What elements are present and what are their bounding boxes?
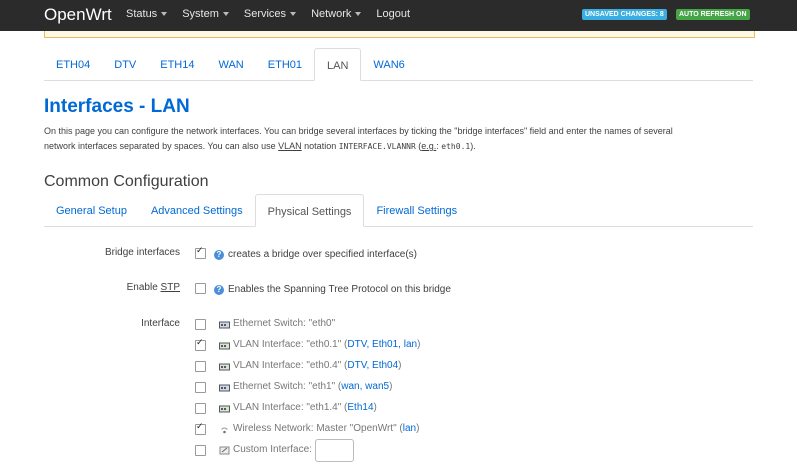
section-title: Common Configuration [44, 173, 209, 190]
iface-eth0-4-checkbox[interactable] [195, 361, 206, 372]
nav-logout[interactable]: Logout [376, 8, 410, 20]
nav-network-label: Network [311, 8, 352, 20]
chevron-down-icon [355, 12, 362, 17]
tab-eth14[interactable]: ETH14 [148, 48, 206, 80]
iface-suffix: ) [373, 402, 377, 413]
bridge-help-text: creates a bridge over specified interfac… [228, 249, 417, 260]
vlan-icon [219, 405, 230, 413]
chevron-down-icon [161, 12, 168, 17]
chevron-down-icon [222, 12, 229, 17]
desc-text: ). [470, 141, 476, 151]
nav-system[interactable]: System [182, 8, 229, 20]
interface-label: Interface [141, 318, 180, 329]
main-nav: Status System Services Network Logout [126, 8, 425, 20]
iface-wireless-label: Wireless Network: Master "OpenWrt" (lan) [233, 423, 419, 434]
iface-eth1-4-checkbox[interactable] [195, 403, 206, 414]
nav-status-label: Status [126, 8, 158, 20]
alert-banner [44, 31, 755, 38]
custom-interface-input[interactable] [315, 439, 354, 462]
network-links[interactable]: Eth14 [347, 402, 373, 413]
iface-eth0-4-label: VLAN Interface: "eth0.4" (DTV, Eth04) [233, 360, 402, 371]
iface-text: VLAN Interface: "eth1.4" ( [233, 402, 348, 413]
config-tabs: General Setup Advanced Settings Physical… [44, 194, 753, 227]
iface-text: Ethernet Switch: "eth1" ( [233, 381, 342, 392]
tab-wan6[interactable]: WAN6 [361, 48, 416, 80]
nav-services-label: Services [243, 8, 287, 20]
bridge-interfaces-checkbox[interactable] [195, 246, 206, 259]
iface-text: VLAN Interface: "eth0.1" ( [233, 339, 348, 350]
iface-text: VLAN Interface: "eth0.4" ( [233, 360, 348, 371]
network-links[interactable]: DTV, Eth04 [347, 360, 398, 371]
custom-icon [219, 446, 230, 455]
network-links[interactable]: lan [403, 423, 416, 434]
brand-logo[interactable]: OpenWrt [44, 5, 112, 25]
top-navbar: OpenWrt Status System Services Network L… [0, 0, 797, 31]
iface-eth0-1-checkbox[interactable] [195, 338, 206, 351]
tab-eth01[interactable]: ETH01 [256, 48, 314, 80]
tab-general-setup[interactable]: General Setup [44, 194, 139, 226]
iface-custom-checkbox[interactable] [195, 445, 206, 456]
network-links[interactable]: wan, wan5 [341, 381, 389, 392]
iface-eth1-checkbox[interactable] [195, 382, 206, 393]
page-title: Interfaces - LAN [44, 96, 190, 117]
vlan-abbr: VLAN [278, 141, 302, 151]
tab-eth04[interactable]: ETH04 [44, 48, 102, 80]
tab-firewall-settings[interactable]: Firewall Settings [364, 194, 469, 226]
chevron-down-icon [290, 12, 297, 17]
enable-stp-label-text: Enable [126, 282, 161, 293]
description-line-1: On this page you can configure the netwo… [44, 126, 673, 136]
eg-abbr: e.g. [421, 141, 437, 151]
vlan-icon [219, 363, 230, 371]
tab-dtv[interactable]: DTV [102, 48, 148, 80]
stp-abbr: STP [160, 282, 180, 293]
iface-text: Wireless Network: Master "OpenWrt" ( [233, 423, 403, 434]
nav-system-label: System [182, 8, 219, 20]
enable-stp-label: Enable STP [127, 282, 180, 293]
iface-suffix: ) [417, 339, 421, 350]
tab-advanced-settings[interactable]: Advanced Settings [139, 194, 255, 226]
desc-text: network interfaces separated by spaces. … [44, 141, 279, 151]
nav-logout-label: Logout [376, 8, 411, 20]
iface-eth1-4-label: VLAN Interface: "eth1.4" (Eth14) [233, 402, 377, 413]
switch-icon [219, 384, 230, 392]
tab-lan[interactable]: LAN [314, 48, 362, 81]
auto-refresh-badge[interactable]: AUTO REFRESH ON [676, 9, 750, 20]
interface-tabs: ETH04 DTV ETH14 WAN ETH01 LAN WAN6 [44, 48, 753, 81]
nav-services[interactable]: Services [243, 8, 297, 20]
iface-eth0-1-label: VLAN Interface: "eth0.1" (DTV, Eth01, la… [233, 339, 420, 350]
nav-status[interactable]: Status [126, 8, 168, 20]
bridge-interfaces-label: Bridge interfaces [104, 247, 180, 258]
iface-eth0-checkbox[interactable] [195, 319, 206, 330]
iface-suffix: ) [398, 360, 402, 371]
unsaved-changes-badge[interactable]: UNSAVED CHANGES: 8 [582, 9, 667, 20]
iface-eth1-label: Ethernet Switch: "eth1" (wan, wan5) [233, 381, 392, 392]
network-links[interactable]: DTV, Eth01, lan [347, 339, 417, 350]
iface-suffix: ) [416, 423, 420, 434]
page-description: On this page you can configure the netwo… [44, 124, 744, 154]
stp-help-text: Enables the Spanning Tree Protocol on th… [228, 284, 451, 295]
iface-custom-label: Custom Interface: [233, 444, 312, 455]
iface-suffix: ) [389, 381, 393, 392]
iface-wireless-checkbox[interactable] [195, 422, 206, 435]
description-line-2: network interfaces separated by spaces. … [44, 139, 744, 154]
wireless-icon [221, 427, 228, 434]
desc-code: eth0.1 [441, 142, 471, 151]
enable-stp-checkbox[interactable] [195, 283, 206, 294]
nav-network[interactable]: Network [311, 8, 362, 20]
vlan-icon [219, 342, 230, 350]
iface-eth0-label: Ethernet Switch: "eth0" [233, 318, 336, 329]
switch-icon [219, 321, 230, 329]
tab-wan[interactable]: WAN [207, 48, 256, 80]
help-icon: ? [214, 250, 224, 260]
desc-code: INTERFACE.VLANNR [338, 142, 416, 151]
desc-text: notation [301, 141, 339, 151]
tab-physical-settings[interactable]: Physical Settings [254, 194, 365, 227]
help-icon: ? [214, 285, 224, 295]
